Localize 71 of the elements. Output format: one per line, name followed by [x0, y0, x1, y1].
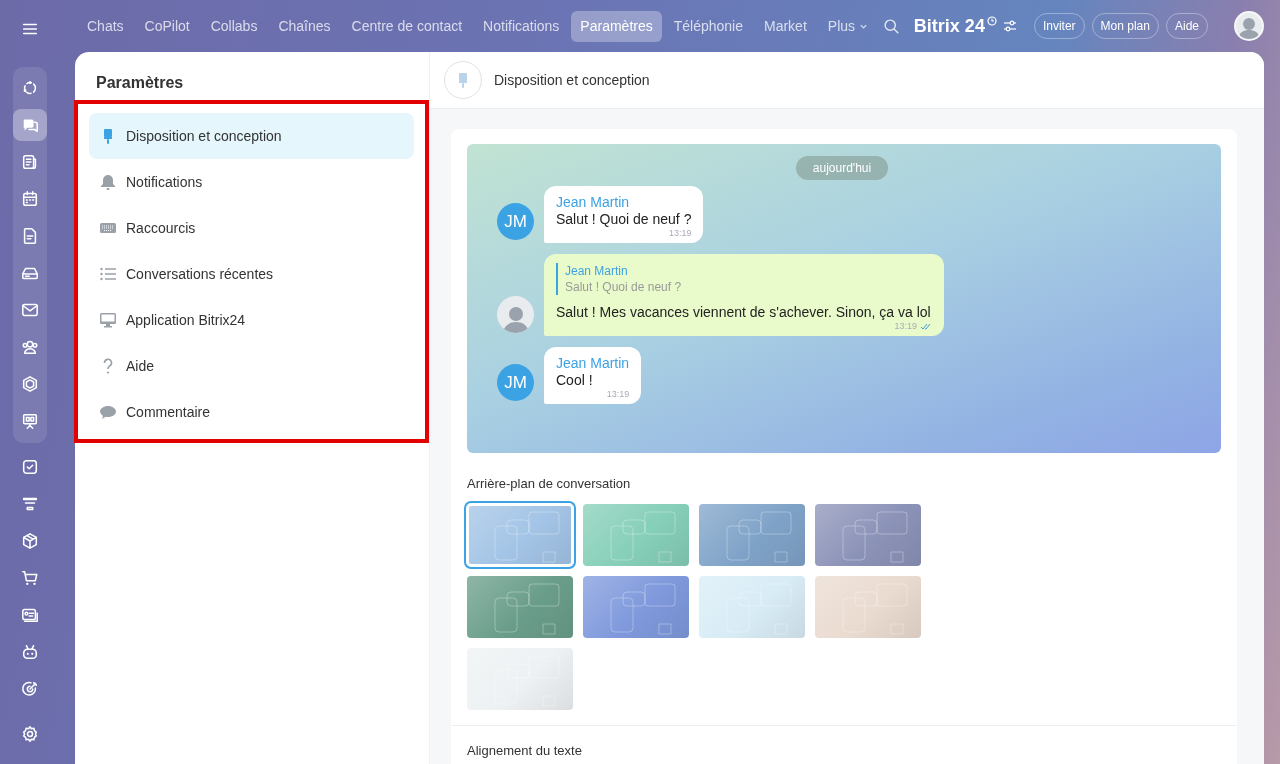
message-text: Cool ! [556, 371, 594, 389]
settings-menu-item[interactable]: Conversations récentes [89, 251, 414, 297]
clock-icon [986, 16, 997, 26]
settings-menu-item[interactable]: Raccourcis [89, 205, 414, 251]
contact-card-icon [21, 606, 39, 624]
robot-icon [21, 643, 39, 661]
monitor-icon [99, 311, 117, 329]
nav-tab[interactable]: Chaînes [269, 10, 340, 42]
mail-icon [21, 301, 39, 319]
nav-tab[interactable]: Chats [78, 10, 133, 42]
document-icon [21, 227, 39, 245]
settings-menu-item[interactable]: Aide [89, 343, 414, 389]
newspaper-icon [21, 153, 39, 171]
task-list-icon [21, 458, 39, 476]
message-author: Jean Martin [556, 355, 630, 371]
nav-tab[interactable]: Plus [818, 10, 877, 42]
background-swatch[interactable] [815, 503, 921, 566]
hexagon-icon [21, 375, 39, 393]
quote-author: Jean Martin [565, 263, 629, 279]
speech-bubble-icon [99, 403, 117, 421]
message-text: Salut ! Mes vacances viennent de s'achever. Sinon, ça va lol [556, 303, 932, 321]
message-text: Salut ! Quoi de neuf ? [556, 210, 692, 228]
nav-tab[interactable]: Notifications [474, 10, 569, 42]
orbit-icon [21, 79, 39, 97]
bell-icon [99, 173, 117, 191]
background-swatch[interactable] [699, 575, 805, 638]
brand-logo[interactable]: Bitrix 24 [913, 12, 985, 40]
background-swatch[interactable] [467, 503, 573, 566]
background-swatch[interactable] [815, 575, 921, 638]
date-chip: aujourd'hui [795, 156, 889, 180]
settings-icon [21, 725, 39, 743]
section-label: Alignement du texte [467, 741, 583, 760]
nav-tab[interactable]: Collabs [201, 10, 267, 42]
background-swatch[interactable] [467, 647, 573, 710]
cart-icon [21, 569, 39, 587]
section-title: Disposition et conception [494, 70, 650, 90]
chevron-down-icon [858, 22, 868, 32]
settings-menu-item[interactable]: Disposition et conception [89, 113, 414, 159]
calendar-icon [21, 190, 39, 208]
nav-tab[interactable]: Paramètres [571, 10, 662, 42]
message-time: 13:19 [668, 228, 692, 239]
settings-menu-item[interactable]: Application Bitrix24 [89, 297, 414, 343]
people-icon [21, 338, 39, 356]
message-time: 13:19 [894, 321, 917, 332]
user-avatar [497, 296, 534, 333]
nav-tab[interactable]: Téléphonie [664, 10, 752, 42]
avatar-initials: JM [497, 203, 534, 240]
nav-tab[interactable]: Centre de contact [342, 10, 472, 42]
list-icon [99, 265, 117, 283]
background-swatch[interactable] [583, 503, 689, 566]
presentation-icon [21, 412, 39, 430]
settings-menu-item[interactable]: Notifications [89, 159, 414, 205]
chat-button[interactable] [13, 109, 47, 141]
avatar-initials: JM [497, 364, 534, 401]
message-time: 13:19 [606, 389, 630, 400]
section-label: Arrière-plan de conversation [467, 475, 632, 493]
nav-tab[interactable]: CoPilot [135, 10, 199, 42]
target-icon [21, 680, 39, 698]
nav-tab[interactable]: Market [755, 10, 816, 42]
panel-title: Paramètres [96, 73, 185, 93]
box-icon [21, 532, 39, 550]
settings-menu-item[interactable]: Commentaire [89, 389, 414, 435]
message-author: Jean Martin [556, 194, 631, 210]
background-swatch[interactable] [467, 575, 573, 638]
user-avatar[interactable] [1234, 11, 1264, 41]
sliders-icon[interactable] [1002, 19, 1017, 33]
background-swatch[interactable] [699, 503, 805, 566]
funnel-icon [21, 495, 39, 513]
search-icon [882, 18, 900, 36]
background-swatch[interactable] [583, 575, 689, 638]
quote-text: Salut ! Quoi de neuf ? [565, 279, 683, 295]
